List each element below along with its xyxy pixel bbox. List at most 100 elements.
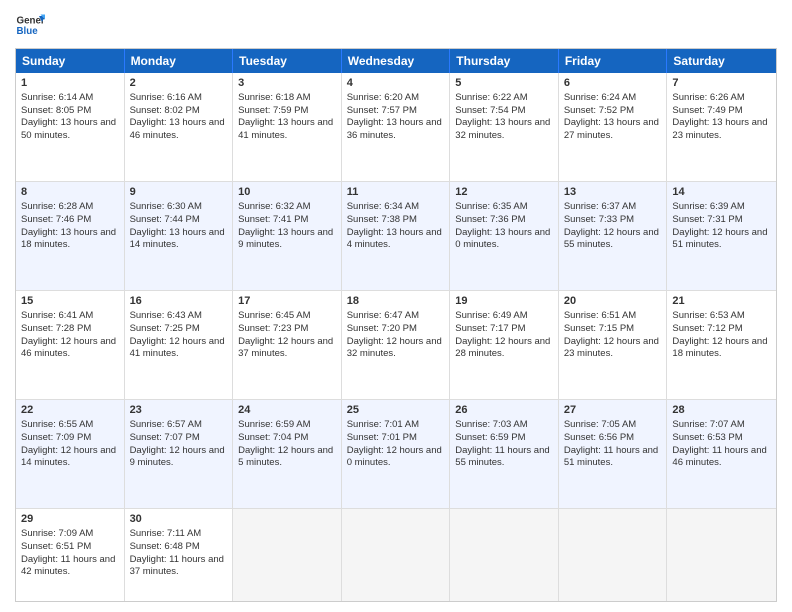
sunrise: Sunrise: 6:35 AM — [455, 201, 553, 214]
day-number: 15 — [21, 294, 119, 309]
daylight: Daylight: 13 hours and 14 minutes. — [130, 227, 228, 253]
sunrise: Sunrise: 6:37 AM — [564, 201, 662, 214]
day-cell-2: 2Sunrise: 6:16 AMSunset: 8:02 PMDaylight… — [125, 73, 234, 181]
daylight: Daylight: 13 hours and 0 minutes. — [455, 227, 553, 253]
sunrise: Sunrise: 6:55 AM — [21, 419, 119, 432]
day-cell-26: 26Sunrise: 7:03 AMSunset: 6:59 PMDayligh… — [450, 400, 559, 508]
sunset: Sunset: 7:57 PM — [347, 105, 445, 118]
daylight: Daylight: 11 hours and 51 minutes. — [564, 445, 662, 471]
calendar: SundayMondayTuesdayWednesdayThursdayFrid… — [15, 48, 777, 602]
sunrise: Sunrise: 6:22 AM — [455, 92, 553, 105]
header-day-wednesday: Wednesday — [342, 49, 451, 73]
sunrise: Sunrise: 6:30 AM — [130, 201, 228, 214]
sunset: Sunset: 7:44 PM — [130, 214, 228, 227]
sunset: Sunset: 7:15 PM — [564, 323, 662, 336]
daylight: Daylight: 11 hours and 46 minutes. — [672, 445, 771, 471]
daylight: Daylight: 13 hours and 4 minutes. — [347, 227, 445, 253]
day-number: 21 — [672, 294, 771, 309]
sunrise: Sunrise: 6:45 AM — [238, 310, 336, 323]
daylight: Daylight: 13 hours and 23 minutes. — [672, 117, 771, 143]
sunset: Sunset: 7:31 PM — [672, 214, 771, 227]
sunrise: Sunrise: 6:28 AM — [21, 201, 119, 214]
day-number: 17 — [238, 294, 336, 309]
day-cell-5: 5Sunrise: 6:22 AMSunset: 7:54 PMDaylight… — [450, 73, 559, 181]
sunset: Sunset: 8:02 PM — [130, 105, 228, 118]
day-cell-30: 30Sunrise: 7:11 AMSunset: 6:48 PMDayligh… — [125, 509, 234, 601]
sunrise: Sunrise: 7:11 AM — [130, 528, 228, 541]
sunrise: Sunrise: 6:34 AM — [347, 201, 445, 214]
sunset: Sunset: 7:20 PM — [347, 323, 445, 336]
day-cell-16: 16Sunrise: 6:43 AMSunset: 7:25 PMDayligh… — [125, 291, 234, 399]
day-number: 25 — [347, 403, 445, 418]
day-cell-27: 27Sunrise: 7:05 AMSunset: 6:56 PMDayligh… — [559, 400, 668, 508]
daylight: Daylight: 12 hours and 18 minutes. — [672, 336, 771, 362]
day-number: 16 — [130, 294, 228, 309]
sunset: Sunset: 7:38 PM — [347, 214, 445, 227]
sunrise: Sunrise: 6:49 AM — [455, 310, 553, 323]
daylight: Daylight: 12 hours and 37 minutes. — [238, 336, 336, 362]
day-number: 27 — [564, 403, 662, 418]
daylight: Daylight: 13 hours and 27 minutes. — [564, 117, 662, 143]
daylight: Daylight: 12 hours and 0 minutes. — [347, 445, 445, 471]
sunset: Sunset: 7:23 PM — [238, 323, 336, 336]
sunset: Sunset: 6:59 PM — [455, 432, 553, 445]
header: General Blue — [15, 10, 777, 40]
sunset: Sunset: 7:09 PM — [21, 432, 119, 445]
day-number: 2 — [130, 76, 228, 91]
header-day-monday: Monday — [125, 49, 234, 73]
daylight: Daylight: 11 hours and 42 minutes. — [21, 554, 119, 580]
daylight: Daylight: 11 hours and 55 minutes. — [455, 445, 553, 471]
day-number: 5 — [455, 76, 553, 91]
sunset: Sunset: 6:53 PM — [672, 432, 771, 445]
day-number: 9 — [130, 185, 228, 200]
calendar-row-2: 15Sunrise: 6:41 AMSunset: 7:28 PMDayligh… — [16, 291, 776, 400]
sunrise: Sunrise: 7:03 AM — [455, 419, 553, 432]
day-cell-15: 15Sunrise: 6:41 AMSunset: 7:28 PMDayligh… — [16, 291, 125, 399]
daylight: Daylight: 13 hours and 36 minutes. — [347, 117, 445, 143]
day-cell-24: 24Sunrise: 6:59 AMSunset: 7:04 PMDayligh… — [233, 400, 342, 508]
sunset: Sunset: 7:12 PM — [672, 323, 771, 336]
daylight: Daylight: 11 hours and 37 minutes. — [130, 554, 228, 580]
daylight: Daylight: 13 hours and 18 minutes. — [21, 227, 119, 253]
day-number: 7 — [672, 76, 771, 91]
day-number: 4 — [347, 76, 445, 91]
empty-cell — [342, 509, 451, 601]
header-day-thursday: Thursday — [450, 49, 559, 73]
day-number: 28 — [672, 403, 771, 418]
daylight: Daylight: 13 hours and 9 minutes. — [238, 227, 336, 253]
sunrise: Sunrise: 7:05 AM — [564, 419, 662, 432]
calendar-row-3: 22Sunrise: 6:55 AMSunset: 7:09 PMDayligh… — [16, 400, 776, 509]
sunset: Sunset: 7:52 PM — [564, 105, 662, 118]
day-cell-3: 3Sunrise: 6:18 AMSunset: 7:59 PMDaylight… — [233, 73, 342, 181]
calendar-row-0: 1Sunrise: 6:14 AMSunset: 8:05 PMDaylight… — [16, 73, 776, 182]
empty-cell — [667, 509, 776, 601]
sunrise: Sunrise: 6:59 AM — [238, 419, 336, 432]
sunset: Sunset: 7:01 PM — [347, 432, 445, 445]
day-number: 14 — [672, 185, 771, 200]
empty-cell — [559, 509, 668, 601]
sunset: Sunset: 8:05 PM — [21, 105, 119, 118]
sunset: Sunset: 6:48 PM — [130, 541, 228, 554]
day-cell-18: 18Sunrise: 6:47 AMSunset: 7:20 PMDayligh… — [342, 291, 451, 399]
day-cell-25: 25Sunrise: 7:01 AMSunset: 7:01 PMDayligh… — [342, 400, 451, 508]
day-cell-8: 8Sunrise: 6:28 AMSunset: 7:46 PMDaylight… — [16, 182, 125, 290]
sunrise: Sunrise: 6:18 AM — [238, 92, 336, 105]
header-day-friday: Friday — [559, 49, 668, 73]
sunset: Sunset: 7:41 PM — [238, 214, 336, 227]
sunrise: Sunrise: 6:43 AM — [130, 310, 228, 323]
daylight: Daylight: 12 hours and 46 minutes. — [21, 336, 119, 362]
day-number: 29 — [21, 512, 119, 527]
day-cell-10: 10Sunrise: 6:32 AMSunset: 7:41 PMDayligh… — [233, 182, 342, 290]
sunset: Sunset: 6:51 PM — [21, 541, 119, 554]
sunrise: Sunrise: 6:24 AM — [564, 92, 662, 105]
sunset: Sunset: 7:46 PM — [21, 214, 119, 227]
day-cell-14: 14Sunrise: 6:39 AMSunset: 7:31 PMDayligh… — [667, 182, 776, 290]
daylight: Daylight: 12 hours and 41 minutes. — [130, 336, 228, 362]
day-cell-9: 9Sunrise: 6:30 AMSunset: 7:44 PMDaylight… — [125, 182, 234, 290]
daylight: Daylight: 13 hours and 46 minutes. — [130, 117, 228, 143]
day-number: 6 — [564, 76, 662, 91]
calendar-body: 1Sunrise: 6:14 AMSunset: 8:05 PMDaylight… — [16, 73, 776, 601]
day-cell-17: 17Sunrise: 6:45 AMSunset: 7:23 PMDayligh… — [233, 291, 342, 399]
daylight: Daylight: 12 hours and 14 minutes. — [21, 445, 119, 471]
day-number: 26 — [455, 403, 553, 418]
